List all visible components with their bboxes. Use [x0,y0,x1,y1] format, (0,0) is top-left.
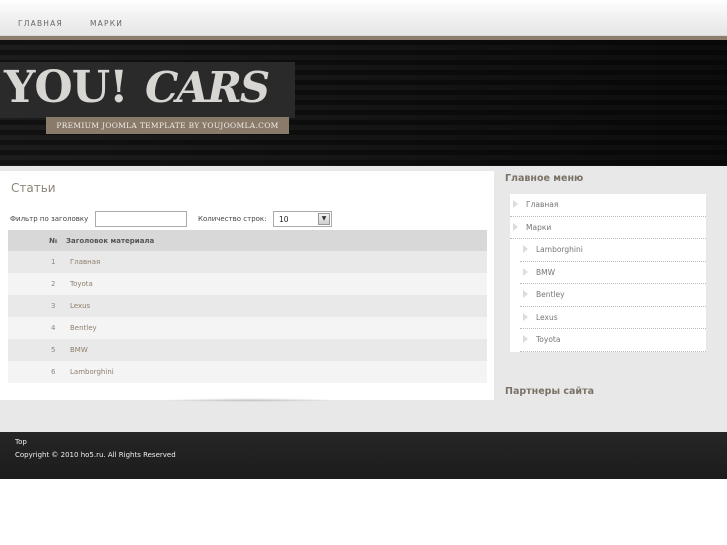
table-row: 1 Главная [8,251,487,273]
row-number: 2 [51,280,56,288]
menu-item-label[interactable]: Марки [526,223,551,232]
logo-text-cars[interactable]: CARS [145,64,270,112]
table-row: 5 BMW [8,339,487,361]
filter-input[interactable] [95,211,187,227]
row-title-link[interactable]: Lamborghini [70,368,114,376]
menu-item-brands[interactable]: Марки [510,217,706,239]
menu-item-label[interactable]: Toyota [536,335,560,344]
partners-title: Партнеры сайта [505,386,594,397]
menu-item-lexus[interactable]: Lexus [520,307,706,329]
menu-item-label[interactable]: BMW [536,268,555,277]
chevron-down-icon[interactable]: ▼ [318,213,330,225]
logo-tagline: PREMIUM JOOMLA TEMPLATE BY YOUJOOMLA.COM [46,117,289,134]
arrow-right-icon [513,222,518,231]
nav-brands-link[interactable]: МАРКИ [90,19,123,28]
top-navigation: ГЛАВНАЯ МАРКИ [0,0,727,36]
table-row: 2 Toyota [8,273,487,295]
rows-count-value: 10 [279,215,289,224]
table-row: 6 Lamborghini [8,361,487,383]
copyright-text: Copyright © 2010 ho5.ru. All Rights Rese… [15,451,176,459]
table-row: 4 Bentley [8,317,487,339]
menu-item-label[interactable]: Lamborghini [536,245,583,254]
arrow-right-icon [513,200,518,208]
row-title-link[interactable]: Главная [70,258,100,266]
arrow-right-icon [523,267,528,276]
main-menu-title: Главное меню [505,173,584,184]
arrow-right-icon [523,290,528,298]
menu-item-lamborghini[interactable]: Lamborghini [520,239,706,262]
page-title: Статьи [11,181,56,195]
nav-home-link[interactable]: ГЛАВНАЯ [18,19,63,28]
rows-count-label: Количество строк: [198,215,267,223]
menu-item-label[interactable]: Главная [526,200,558,209]
row-number: 6 [51,368,56,376]
rows-count-select[interactable]: 10 ▼ [273,211,332,227]
menu-item-label[interactable]: Bentley [536,290,565,299]
menu-item-bentley[interactable]: Bentley [520,284,706,307]
menu-item-toyota[interactable]: Toyota [520,329,706,352]
page: ГЛАВНАЯ МАРКИ YOU! CARS PREMIUM JOOMLA T… [0,0,727,545]
arrow-right-icon [523,335,528,343]
filter-label: Фильтр по заголовку [10,215,89,223]
column-header-number[interactable]: № [49,237,57,245]
column-header-title[interactable]: Заголовок материала [66,237,154,245]
table-header: № Заголовок материала [8,230,487,251]
main-menu: Главная Марки Lamborghini BMW Bentley Le… [510,194,706,352]
table-row: 3 Lexus [8,295,487,317]
row-number: 1 [51,258,56,266]
row-number: 5 [51,346,56,354]
panel-shadow [160,398,340,402]
row-number: 4 [51,324,56,332]
row-title-link[interactable]: Bentley [70,324,97,332]
row-title-link[interactable]: BMW [70,346,88,354]
row-title-link[interactable]: Toyota [70,280,93,288]
arrow-right-icon [523,245,528,253]
row-title-link[interactable]: Lexus [70,302,90,310]
menu-item-label[interactable]: Lexus [536,313,558,322]
articles-table: № Заголовок материала 1 Главная 2 Toyota… [8,230,487,383]
row-number: 3 [51,302,56,310]
logo-text-you[interactable]: YOU! [4,64,128,112]
menu-item-home[interactable]: Главная [510,194,706,217]
arrow-right-icon [523,312,528,321]
back-to-top-link[interactable]: Top [15,438,27,446]
menu-item-bmw[interactable]: BMW [520,262,706,284]
